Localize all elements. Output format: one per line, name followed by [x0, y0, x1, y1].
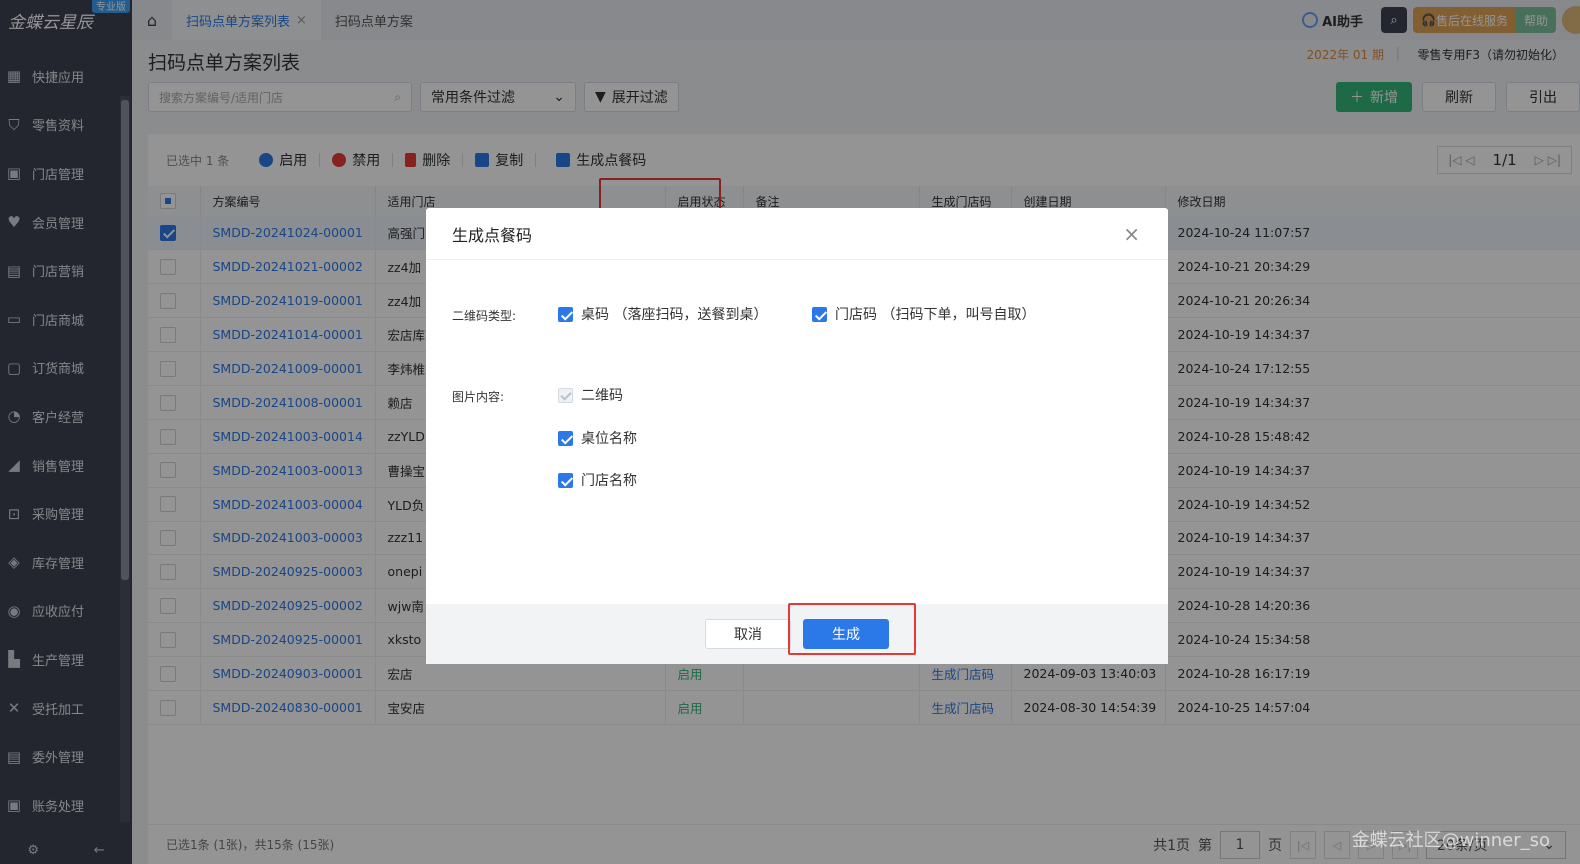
dialog-header: 生成点餐码 ×	[426, 208, 1168, 260]
option-table-code[interactable]: 桌码 （落座扫码，送餐到桌）	[558, 304, 767, 324]
qrcode-label: 二维码	[581, 388, 623, 404]
option-store-code[interactable]: 门店码 （扫码下单，叫号自取）	[812, 304, 1035, 324]
store-code-checkbox[interactable]	[812, 306, 827, 322]
option-store-name[interactable]: 门店名称	[558, 470, 637, 490]
image-content-label: 图片内容:	[452, 390, 505, 404]
table-name-checkbox[interactable]	[558, 430, 573, 446]
qr-type-label: 二维码类型:	[452, 309, 517, 323]
cancel-button[interactable]: 取消	[705, 619, 791, 649]
dialog-title: 生成点餐码	[452, 225, 533, 245]
table-code-checkbox[interactable]	[558, 306, 573, 322]
table-name-label: 桌位名称	[581, 431, 637, 447]
store-code-label: 门店码 （扫码下单，叫号自取）	[835, 307, 1036, 323]
community-watermark: 金蝶云社区@winner_so	[1351, 830, 1550, 851]
option-qrcode: 二维码	[558, 385, 623, 405]
highlight-generate-dialog-button	[788, 603, 916, 655]
store-name-label: 门店名称	[581, 473, 637, 489]
generate-code-dialog: 生成点餐码 × 二维码类型: 桌码 （落座扫码，送餐到桌） 门店码 （扫码下单，…	[426, 208, 1168, 664]
store-name-checkbox[interactable]	[558, 472, 573, 488]
option-table-name[interactable]: 桌位名称	[558, 428, 637, 448]
qrcode-checkbox	[558, 387, 573, 403]
close-icon[interactable]: ×	[1123, 222, 1140, 246]
table-code-label: 桌码 （落座扫码，送餐到桌）	[581, 307, 768, 323]
